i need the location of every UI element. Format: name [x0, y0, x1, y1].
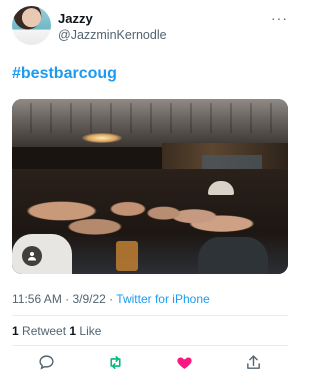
photo-ceiling-lines [12, 103, 288, 133]
reply-button[interactable] [37, 352, 57, 372]
retweet-icon [110, 355, 121, 369]
display-name[interactable]: Jazzy [58, 11, 167, 26]
heart-icon [177, 357, 192, 369]
avatar[interactable] [12, 6, 51, 45]
action-bar [12, 352, 288, 372]
tweet-header: Jazzy @JazzminKernodle ··· [12, 6, 288, 46]
tweet-stats: 1 Retweet 1 Like [12, 324, 101, 339]
like-button[interactable] [175, 352, 195, 372]
retweet-count[interactable]: 1 [12, 324, 19, 338]
tweet-photo[interactable] [12, 99, 288, 274]
retweet-button[interactable] [106, 352, 126, 372]
photo-lamp [82, 133, 122, 143]
share-icon [247, 354, 260, 369]
source-link[interactable]: Twitter for iPhone [116, 292, 209, 306]
timestamp[interactable]: 11:56 AM · 3/9/22 · [12, 292, 116, 306]
share-button[interactable] [244, 352, 264, 372]
tweet-meta: 11:56 AM · 3/9/22 · Twitter for iPhone [12, 292, 210, 307]
person-icon[interactable] [22, 246, 42, 266]
reply-icon [39, 354, 54, 369]
like-label[interactable]: Like [76, 324, 101, 338]
divider-bottom [12, 345, 288, 346]
tweet-text[interactable]: #bestbarcoug [12, 64, 117, 84]
photo-person-right [198, 237, 268, 274]
divider-top [12, 315, 288, 316]
retweet-label[interactable]: Retweet [19, 324, 70, 338]
handle[interactable]: @JazzminKernodle [58, 28, 167, 43]
more-dots-icon[interactable]: ··· [271, 10, 288, 26]
photo-person-left [12, 234, 72, 274]
author-names: Jazzy @JazzminKernodle [58, 11, 167, 43]
photo-pitcher [116, 241, 138, 271]
